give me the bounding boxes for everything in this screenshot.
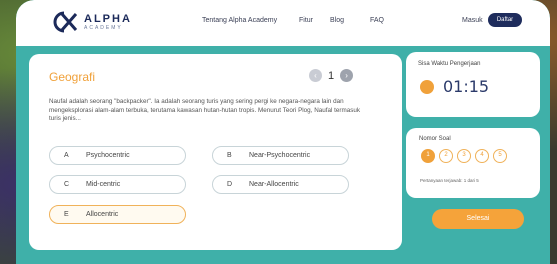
option-d[interactable]: D Near-Allocentric xyxy=(212,175,349,194)
finish-button[interactable]: Selesai xyxy=(432,209,524,229)
nav-blog[interactable]: Blog xyxy=(330,17,344,24)
option-letter: C xyxy=(64,181,70,188)
chevron-left-icon[interactable]: ‹ xyxy=(309,69,322,82)
option-text: Mid-centric xyxy=(86,181,121,188)
answered-count: Pertanyaan terjawab: 1 dari 5 xyxy=(420,178,479,183)
option-text: Near-Psychocentric xyxy=(249,152,311,159)
question-number-4[interactable]: 4 xyxy=(475,149,489,163)
subject-title: Geografi xyxy=(49,70,96,84)
option-letter: E xyxy=(64,211,69,218)
nav-features[interactable]: Fitur xyxy=(299,17,313,24)
option-text: Allocentric xyxy=(86,211,119,218)
question-numbers-card: Nomor Soal 1 2 3 4 5 Pertanyaan terjawab… xyxy=(406,128,540,198)
numbers-label: Nomor Soal xyxy=(419,136,451,142)
navbar: ALPHA ACADEMY Tentang Alpha Academy Fitu… xyxy=(16,0,550,46)
option-text: Near-Allocentric xyxy=(249,181,299,188)
question-card: Geografi ‹ 1 › Naufal adalah seorang "ba… xyxy=(29,54,402,250)
app-window: ALPHA ACADEMY Tentang Alpha Academy Fitu… xyxy=(16,0,550,264)
option-text: Psychocentric xyxy=(86,152,130,159)
option-c[interactable]: C Mid-centric xyxy=(49,175,186,194)
option-letter: D xyxy=(227,181,233,188)
brand-title: ALPHA xyxy=(84,12,132,25)
question-number-5[interactable]: 5 xyxy=(493,149,507,163)
timer-label: Sisa Waktu Pengerjaan xyxy=(418,61,481,67)
nav-faq[interactable]: FAQ xyxy=(370,17,384,24)
timer-card: Sisa Waktu Pengerjaan 01:15 xyxy=(406,52,540,117)
question-number-3[interactable]: 3 xyxy=(457,149,471,163)
question-number: 1 xyxy=(328,69,335,82)
clock-icon xyxy=(420,79,434,94)
alpha-logo-icon xyxy=(53,11,78,33)
timer-value: 01:15 xyxy=(443,77,490,96)
option-letter: B xyxy=(227,152,232,159)
brand-logo[interactable]: ALPHA ACADEMY xyxy=(50,10,132,34)
question-number-list: 1 2 3 4 5 xyxy=(421,149,511,163)
login-link[interactable]: Masuk xyxy=(462,17,483,24)
chevron-right-icon[interactable]: › xyxy=(340,69,354,82)
question-text: Naufal adalah seorang "backpacker". Ia a… xyxy=(49,98,361,122)
nav-about[interactable]: Tentang Alpha Academy xyxy=(202,17,277,24)
question-number-2[interactable]: 2 xyxy=(439,149,453,163)
option-b[interactable]: B Near-Psychocentric xyxy=(212,146,349,165)
question-pager: ‹ 1 › xyxy=(309,69,354,82)
option-a[interactable]: A Psychocentric xyxy=(49,146,186,165)
option-e[interactable]: E Allocentric xyxy=(49,205,186,224)
register-button[interactable]: Daftar xyxy=(488,13,522,27)
option-letter: A xyxy=(64,152,69,159)
question-number-1[interactable]: 1 xyxy=(421,149,435,163)
brand-subtitle: ACADEMY xyxy=(84,24,123,31)
